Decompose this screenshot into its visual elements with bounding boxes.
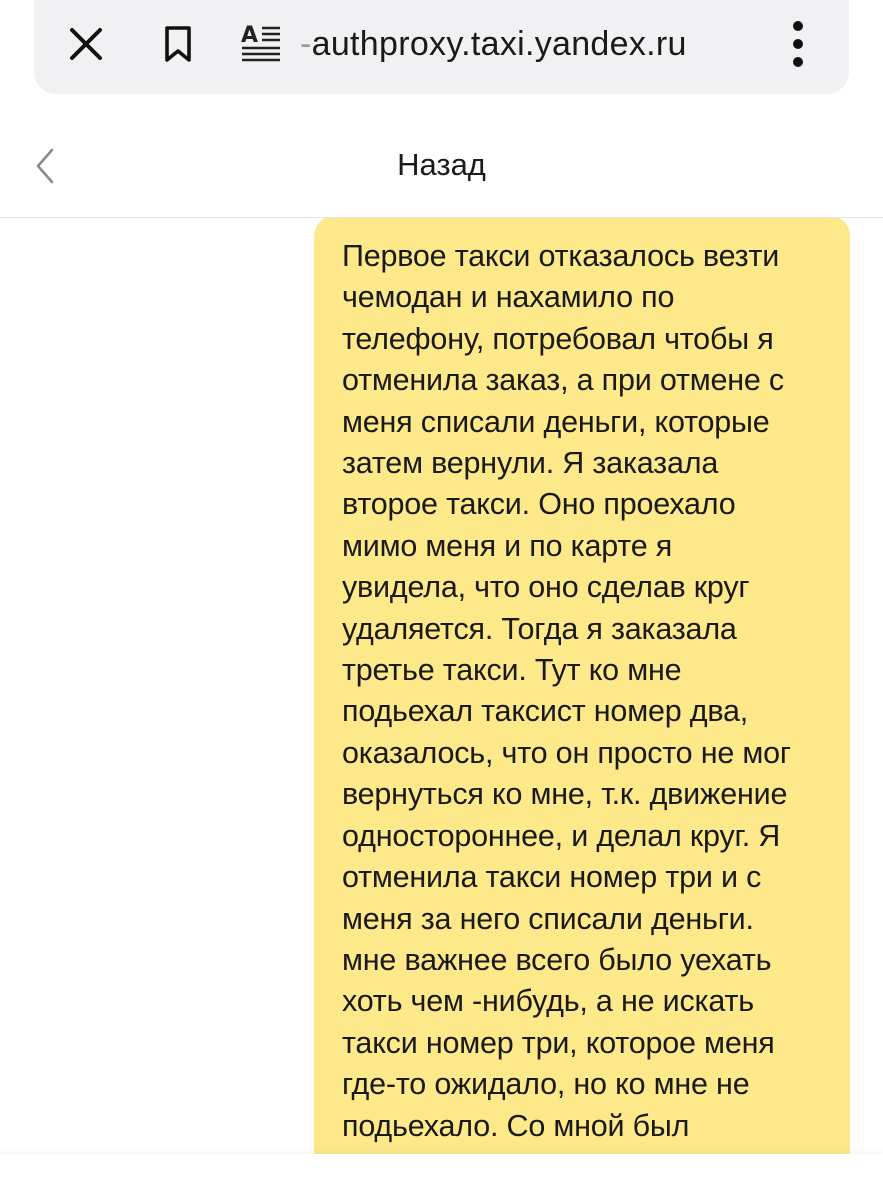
message-line: оказалось, что он просто не мог xyxy=(342,735,791,770)
close-icon[interactable] xyxy=(62,20,110,68)
bookmark-icon[interactable] xyxy=(154,20,202,68)
message-line: подьехало. Со мной был xyxy=(342,1108,690,1143)
reader-mode-icon[interactable]: A xyxy=(236,18,286,68)
chevron-left-icon[interactable] xyxy=(30,146,60,186)
message-line: одностороннее, и делал круг. Я xyxy=(342,818,781,853)
message-line: меня за него списали деньги. xyxy=(342,901,754,936)
svg-text:A: A xyxy=(241,23,258,48)
url-display[interactable]: -authproxy.taxi.yandex.ru xyxy=(300,18,760,70)
message-line: отменила такси номер три и с xyxy=(342,860,762,895)
chat-area[interactable]: Первое такси отказалось везти чемодан и н… xyxy=(0,218,883,1154)
message-line: такси номер три, которое меня xyxy=(342,1025,775,1060)
message-line: второе такси. Оно проехало xyxy=(342,487,736,522)
message-line: хоть чем -нибудь, а не искать xyxy=(342,984,754,1019)
back-button[interactable]: Назад xyxy=(0,112,883,217)
message-line: чемодан и нахамило по xyxy=(342,280,675,315)
message-line: меня списали деньги, которые xyxy=(342,404,770,439)
message-line: отменила заказ, а при отмене с xyxy=(342,363,784,398)
message-line: Первое такси отказалось везти xyxy=(342,239,780,273)
browser-toolbar: A -authproxy.taxi.yandex.ru xyxy=(0,0,883,112)
message-line: где-то ожидало, но ко мне не xyxy=(342,1067,750,1102)
message-line: удаляется. Тогда я заказала xyxy=(342,611,737,646)
message-bubble: Первое такси отказалось везти чемодан и н… xyxy=(314,218,850,1154)
message-line: увидела, что оно сделав круг xyxy=(342,570,750,605)
message-line: подьехал таксист номер два, xyxy=(342,694,749,729)
message-line: затем вернули. Я заказала xyxy=(342,446,719,481)
message-line: мимо меня и по карте я xyxy=(342,528,673,563)
back-label: Назад xyxy=(397,147,486,182)
url-domain: authproxy.taxi.yandex.ru xyxy=(311,25,687,63)
message-line: телефону, потребовал чтобы я xyxy=(342,321,774,356)
more-vertical-icon[interactable] xyxy=(776,16,820,72)
bottom-bar xyxy=(0,1154,883,1200)
url-prefix: - xyxy=(300,25,312,63)
message-line: третье такси. Тут ко мне xyxy=(342,653,682,688)
message-text: Первое такси отказалось везти чемодан и н… xyxy=(342,236,828,1147)
message-line: вернуться ко мне, т.к. движение xyxy=(342,777,788,812)
message-line: мне важнее всего было уехать xyxy=(342,942,772,977)
page-header: Назад xyxy=(0,112,883,218)
